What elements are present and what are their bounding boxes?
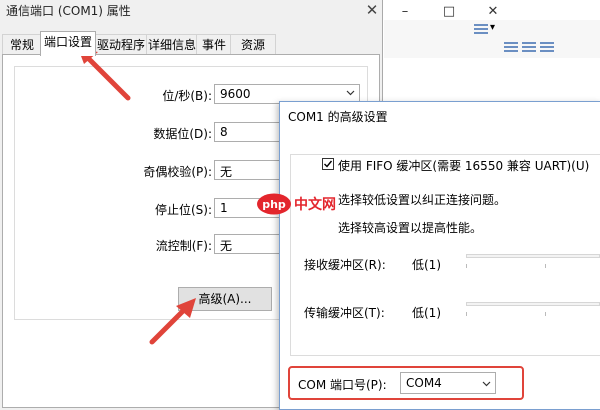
close-window-button[interactable]: ✕ [471,0,515,22]
baud-rate-value: 9600 [220,87,251,101]
flow-control-label-wrap: 流控制(F): [100,237,212,253]
flow-control-label: 流控制(F): [155,239,212,253]
tab-events[interactable]: 事件 [196,34,232,55]
fifo-checkbox-label: 使用 FIFO 缓冲区(需要 16550 兼容 UART)(U) [338,159,590,173]
watermark-text: 中文网 [294,197,336,213]
data-bits-select[interactable]: 8 [214,122,284,142]
parity-select[interactable]: 无 [214,160,284,180]
data-bits-label: 数据位(D): [153,127,212,141]
receive-buffer-label: 接收缓冲区(R): [304,258,386,272]
dialog-title: 通信端口 (COM1) 属性 [6,4,131,18]
php-logo-icon: php [257,193,291,215]
php-logo-letters: php [262,198,286,211]
transmit-buffer-value: 低(1) [412,306,441,320]
tab-port-settings[interactable]: 端口设置 [40,31,96,56]
data-bits-value: 8 [220,125,228,139]
align-center-icon[interactable] [504,42,518,54]
maximize-button[interactable]: □ [427,0,471,22]
chevron-down-icon [482,381,491,387]
parity-value: 无 [220,165,233,179]
fifo-checkbox[interactable] [322,158,334,170]
receive-buffer-value: 低(1) [412,258,441,272]
advanced-dialog-title: COM1 的高级设置 [288,110,388,124]
align-left-icon[interactable] [474,24,488,36]
checkmark-icon [324,160,333,168]
minimize-button[interactable]: – [383,0,427,22]
php-cn-watermark-logo: php 中文网 [256,192,346,216]
receive-buffer-slider[interactable] [466,254,600,258]
chevron-down-icon [346,90,355,96]
annotation-arrow-advanced [149,298,196,345]
hint-high-text: 选择较高设置以提高性能。 [338,221,483,235]
stop-bits-label: 停止位(S): [154,203,212,217]
data-bits-label-wrap: 数据位(D): [100,125,212,141]
transmit-buffer-label: 传输缓冲区(T): [304,306,385,320]
stop-bits-label-wrap: 停止位(S): [100,201,212,217]
close-icon[interactable]: ✕ [362,0,382,20]
tab-general[interactable]: 常规 [2,34,42,55]
tab-details[interactable]: 详细信息 [146,34,198,55]
flow-control-select[interactable]: 无 [214,234,284,254]
background-ribbon: ▾ [384,20,600,59]
com-port-label: COM 端口号(P): [298,378,387,392]
parity-label-wrap: 奇偶校验(P): [100,163,212,179]
tab-resources[interactable]: 资源 [230,34,276,55]
align-right-icon[interactable] [522,42,536,54]
transmit-buffer-slider[interactable] [466,302,600,306]
flow-control-value: 无 [220,239,233,253]
stop-bits-value: 1 [220,201,228,215]
slider-tick [545,264,546,268]
slider-tick [466,312,467,316]
ribbon-dropdown-icon[interactable]: ▾ [490,22,495,33]
com-port-value: COM4 [406,376,442,390]
baud-rate-label: 位/秒(B): [162,89,212,103]
slider-tick [466,264,467,268]
slider-tick [545,312,546,316]
com-port-select[interactable]: COM4 [400,372,496,394]
hint-low-text: 选择较低设置以纠正连接问题。 [338,193,507,207]
justify-icon[interactable] [540,42,554,54]
parity-label: 奇偶校验(P): [143,165,212,179]
